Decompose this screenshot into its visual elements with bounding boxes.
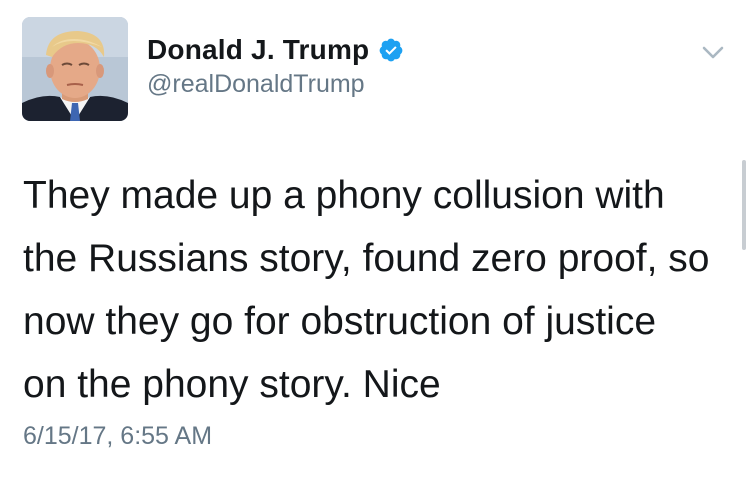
profile-photo-image xyxy=(22,17,128,121)
tweet-card: Donald J. Trump @realDonaldTrump They ma… xyxy=(0,0,750,477)
username-handle[interactable]: @realDonaldTrump xyxy=(147,70,365,99)
chevron-down-icon[interactable] xyxy=(697,36,729,68)
author-name-row: Donald J. Trump xyxy=(147,33,404,67)
display-name[interactable]: Donald J. Trump xyxy=(147,34,369,66)
tweet-timestamp[interactable]: 6/15/17, 6:55 AM xyxy=(23,422,212,451)
tweet-text: They made up a phony collusion with the … xyxy=(23,174,710,406)
scrollbar[interactable] xyxy=(742,160,746,250)
verified-badge-icon xyxy=(378,37,404,63)
avatar[interactable] xyxy=(22,17,128,121)
